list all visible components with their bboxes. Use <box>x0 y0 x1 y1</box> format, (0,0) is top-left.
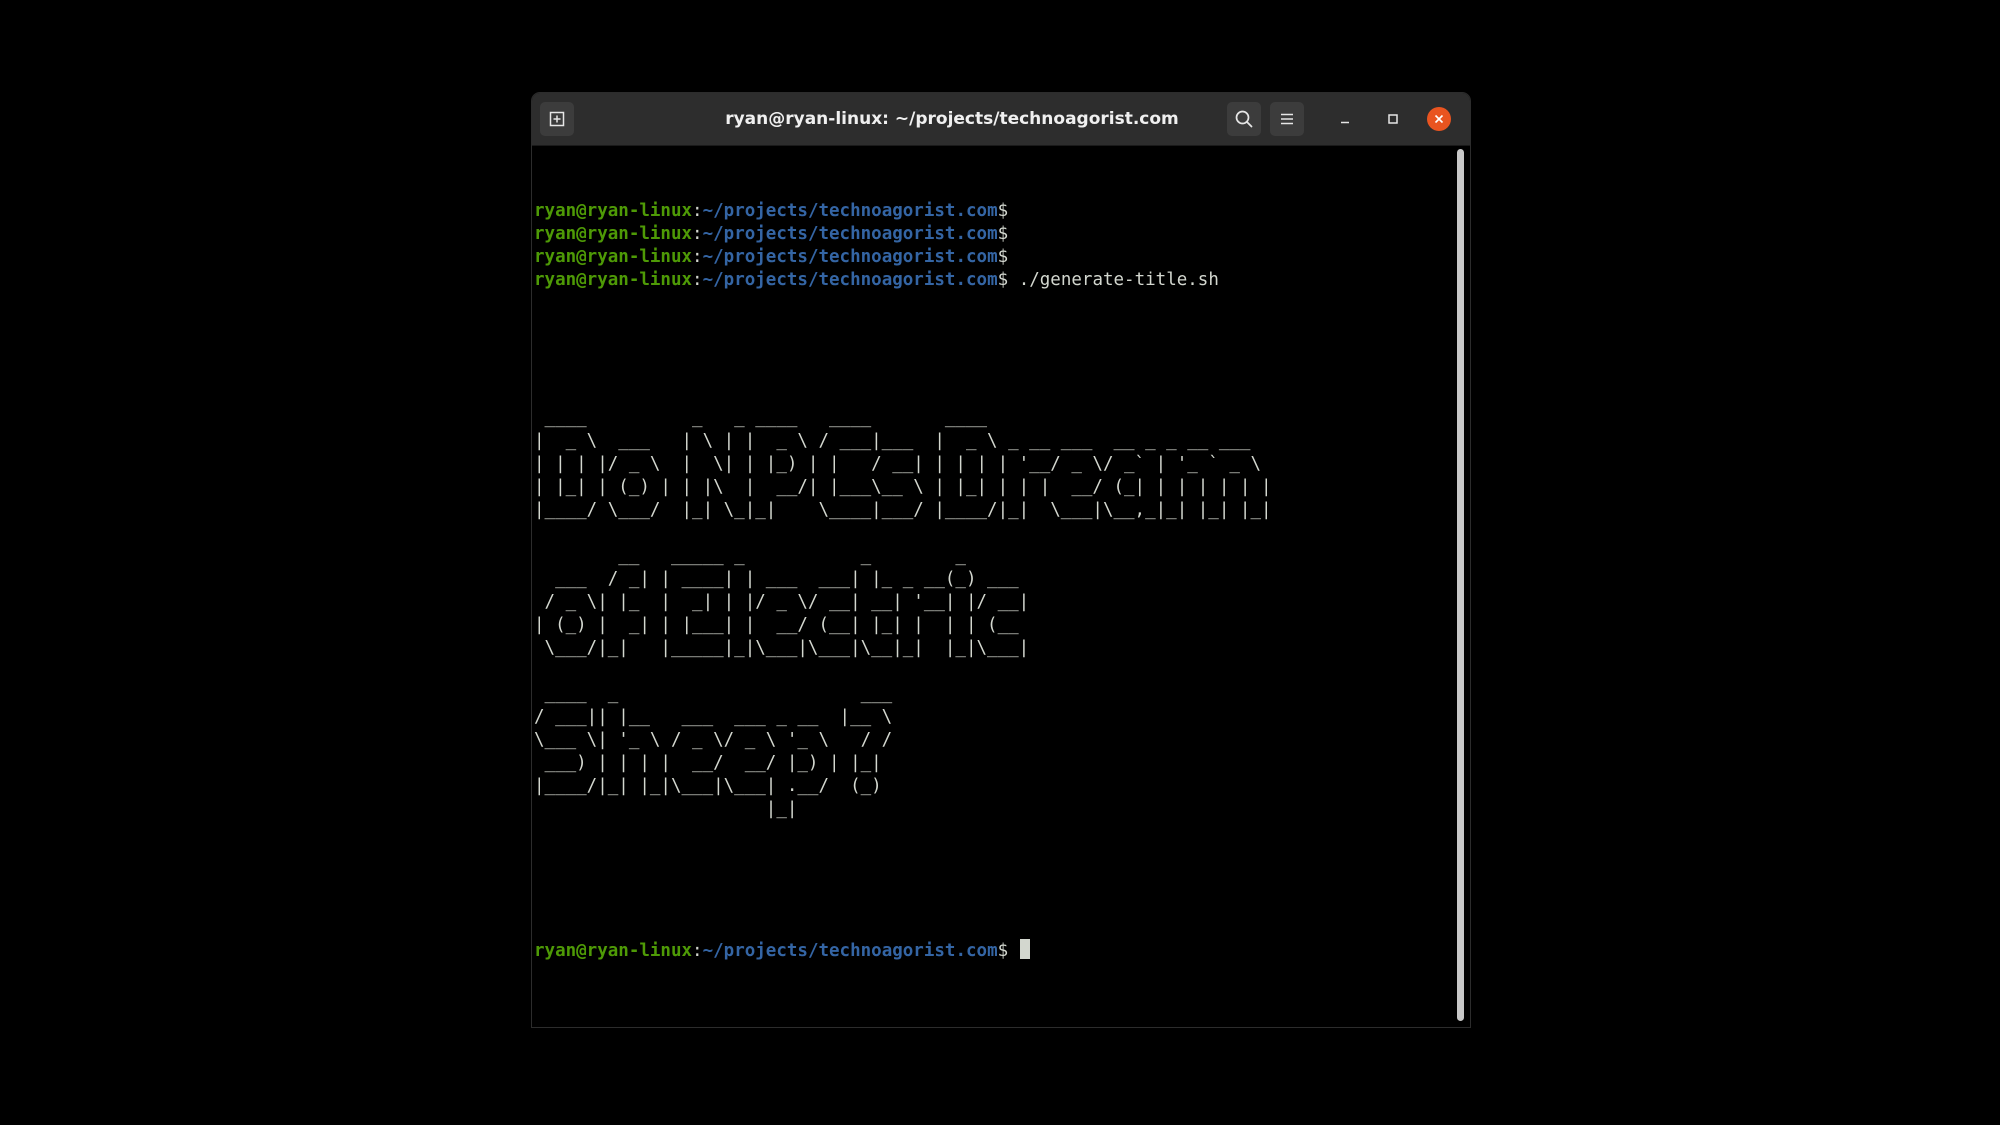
search-icon <box>1235 110 1253 128</box>
new-tab-icon <box>549 111 565 127</box>
prompt-colon: : <box>692 247 703 267</box>
prompt-dollar: $ <box>997 270 1009 290</box>
maximize-button[interactable] <box>1376 102 1410 136</box>
maximize-icon <box>1388 114 1398 124</box>
prompt-line: ryan@ryan-linux:~/projects/technoagorist… <box>534 246 1008 269</box>
ascii-art-line-1: ____ _ _ ____ ____ ____ | _ \ ___ | \ | … <box>534 408 1272 520</box>
active-prompt-line[interactable]: ryan@ryan-linux:~/projects/technoagorist… <box>534 939 1030 962</box>
prompt-colon: : <box>692 201 703 221</box>
prompt-path: ~/projects/technoagorist.com <box>702 270 998 290</box>
command-text: ./generate-title.sh <box>1008 270 1219 290</box>
prompt-dollar: $ <box>997 941 1009 961</box>
prompt-line: ryan@ryan-linux:~/projects/technoagorist… <box>534 223 1008 246</box>
hamburger-menu-icon <box>1281 113 1293 125</box>
prompt-colon: : <box>692 224 703 244</box>
minimize-icon <box>1341 121 1349 124</box>
window-title: ryan@ryan-linux: ~/projects/technoagoris… <box>725 109 1179 129</box>
search-button[interactable] <box>1227 102 1261 136</box>
prompt-user-host: ryan@ryan-linux <box>534 247 693 267</box>
prompt-line: ryan@ryan-linux:~/projects/technoagorist… <box>534 200 1008 223</box>
ascii-art-line-3: ____ _ ___ / ___|| |__ ___ ___ _ __ |__ … <box>534 684 893 819</box>
menu-button[interactable] <box>1270 102 1304 136</box>
prompt-user-host: ryan@ryan-linux <box>534 270 693 290</box>
command-line: ryan@ryan-linux:~/projects/technoagorist… <box>534 269 1219 292</box>
terminal-output[interactable]: ryan@ryan-linux:~/projects/technoagorist… <box>532 146 1452 1027</box>
prompt-dollar: $ <box>997 201 1009 221</box>
prompt-path: ~/projects/technoagorist.com <box>702 941 998 961</box>
prompt-colon: : <box>692 941 703 961</box>
prompt-user-host: ryan@ryan-linux <box>534 941 693 961</box>
prompt-user-host: ryan@ryan-linux <box>534 224 693 244</box>
prompt-path: ~/projects/technoagorist.com <box>702 201 998 221</box>
minimize-button[interactable] <box>1328 102 1362 136</box>
title-bar[interactable]: ryan@ryan-linux: ~/projects/technoagoris… <box>532 93 1470 146</box>
prompt-path: ~/projects/technoagorist.com <box>702 224 998 244</box>
close-icon <box>1434 114 1444 124</box>
new-tab-button[interactable] <box>540 102 574 136</box>
prompt-path: ~/projects/technoagorist.com <box>702 247 998 267</box>
close-button[interactable] <box>1427 107 1451 131</box>
prompt-dollar: $ <box>997 224 1009 244</box>
text-cursor <box>1019 939 1030 959</box>
prompt-colon: : <box>692 270 703 290</box>
scrollbar[interactable] <box>1457 149 1464 1021</box>
prompt-dollar: $ <box>997 247 1009 267</box>
desktop: ryan@ryan-linux: ~/projects/technoagoris… <box>0 0 2000 1125</box>
terminal-window: ryan@ryan-linux: ~/projects/technoagoris… <box>531 92 1471 1028</box>
prompt-user-host: ryan@ryan-linux <box>534 201 693 221</box>
ascii-art-line-2: __ _____ _ _ _ ___ / _| | ____| | ___ __… <box>534 546 1030 658</box>
